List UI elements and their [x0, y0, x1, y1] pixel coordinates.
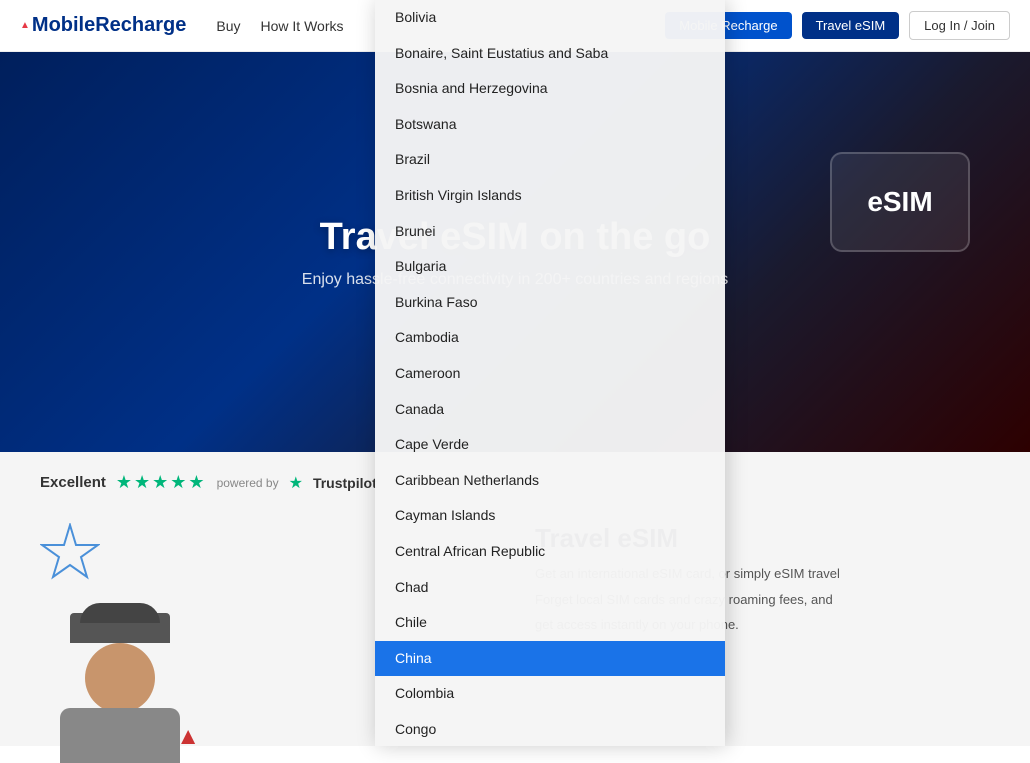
tp-star-icon: ★: [289, 473, 303, 493]
dropdown-item-bonaire[interactable]: Bonaire, Saint Eustatius and Saba: [375, 36, 725, 72]
dropdown-item-british-virgin-islands[interactable]: British Virgin Islands: [375, 178, 725, 214]
esim-badge: eSIM: [830, 152, 970, 252]
dropdown-item-cape-verde[interactable]: Cape Verde: [375, 427, 725, 463]
logo-text: MobileRecharge: [32, 14, 186, 37]
hat-top: [80, 603, 160, 623]
face: [85, 643, 155, 713]
dropdown-item-cayman-islands[interactable]: Cayman Islands: [375, 498, 725, 534]
dropdown-item-colombia[interactable]: Colombia: [375, 676, 725, 712]
nav-buy[interactable]: Buy: [216, 18, 240, 34]
trustpilot-label: Excellent: [40, 474, 106, 491]
login-button[interactable]: Log In / Join: [909, 11, 1010, 40]
trustpilot-brand: Trustpilot: [313, 475, 377, 491]
dropdown-item-chad[interactable]: Chad: [375, 570, 725, 606]
dropdown-item-china[interactable]: China: [375, 641, 725, 677]
arrow-decoration: ▲: [176, 723, 200, 751]
dropdown-item-brazil[interactable]: Brazil: [375, 142, 725, 178]
logo-icon: ▲: [20, 20, 30, 31]
star-decoration: [40, 523, 100, 583]
dropdown-item-bolivia[interactable]: Bolivia: [375, 0, 725, 36]
dropdown-item-chile[interactable]: Chile: [375, 605, 725, 641]
dropdown-item-caribbean-netherlands[interactable]: Caribbean Netherlands: [375, 463, 725, 499]
dropdown-item-brunei[interactable]: Brunei: [375, 214, 725, 250]
dropdown-item-bulgaria[interactable]: Bulgaria: [375, 249, 725, 285]
dropdown-item-bosnia[interactable]: Bosnia and Herzegovina: [375, 71, 725, 107]
dropdown-item-canada[interactable]: Canada: [375, 392, 725, 428]
powered-by-label: powered by: [217, 476, 279, 490]
nav-how-it-works[interactable]: How It Works: [261, 18, 344, 34]
dropdown-item-central-african-republic[interactable]: Central African Republic: [375, 534, 725, 570]
person-illustration: ▲: [40, 603, 200, 763]
dropdown-item-burkina-faso[interactable]: Burkina Faso: [375, 285, 725, 321]
dropdown-item-botswana[interactable]: Botswana: [375, 107, 725, 143]
body: [60, 708, 180, 763]
site-logo[interactable]: ▲ MobileRecharge: [20, 14, 186, 37]
trustpilot-stars: ★★★★★: [116, 472, 207, 493]
nav-travel-esim[interactable]: Travel eSIM: [802, 12, 900, 39]
dropdown-item-cambodia[interactable]: Cambodia: [375, 320, 725, 356]
dropdown-item-congo[interactable]: Congo: [375, 712, 725, 746]
dropdown-item-cameroon[interactable]: Cameroon: [375, 356, 725, 392]
country-dropdown[interactable]: BoliviaBonaire, Saint Eustatius and Saba…: [375, 0, 725, 746]
